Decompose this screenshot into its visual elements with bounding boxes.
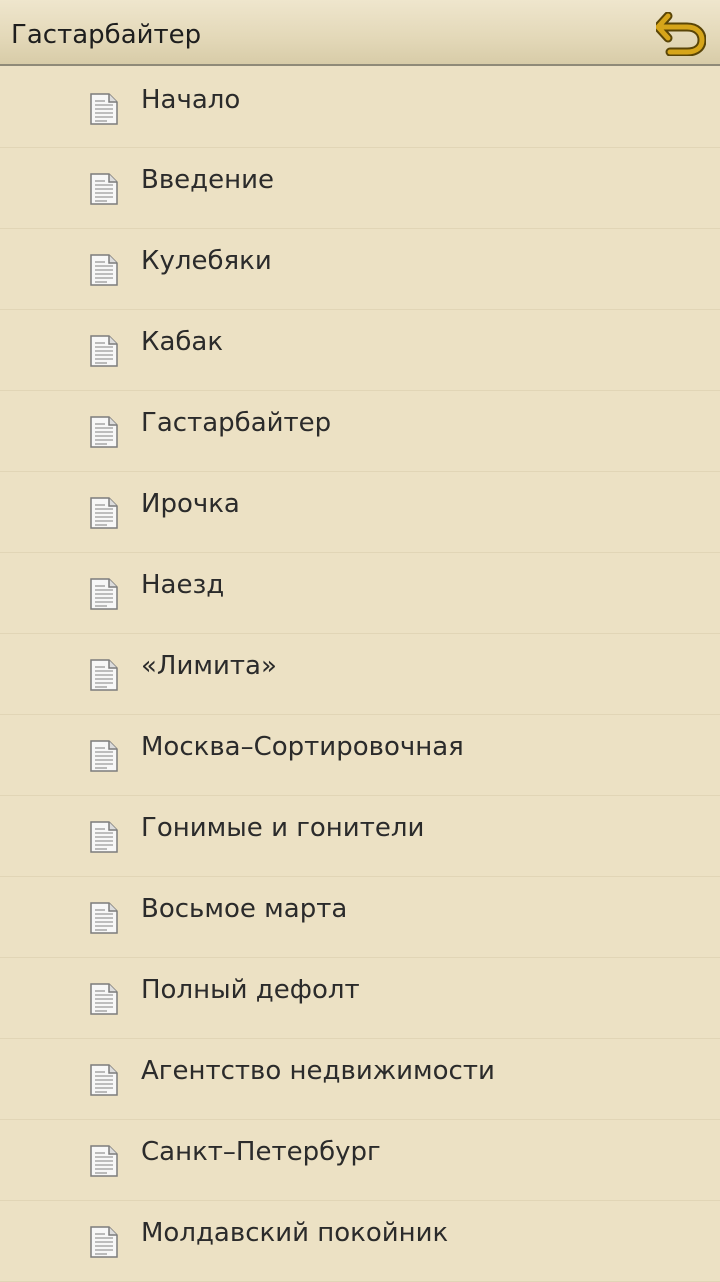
list-item-label: Москва–Сортировочная	[141, 732, 464, 762]
back-arrow-icon	[656, 12, 706, 56]
list-item-label: Ирочка	[141, 489, 240, 519]
document-icon	[89, 982, 119, 1016]
list-item[interactable]: Агентство недвижимости	[0, 1039, 720, 1120]
table-of-contents-list: Начало Введение Кулебяки Кабак Гастарбай…	[0, 68, 720, 1282]
document-icon	[89, 658, 119, 692]
list-item[interactable]: Наезд	[0, 553, 720, 634]
list-item-label: Агентство недвижимости	[141, 1056, 495, 1086]
document-icon	[89, 1225, 119, 1259]
page-title: Гастарбайтер	[11, 20, 202, 50]
list-item[interactable]: «Лимита»	[0, 634, 720, 715]
list-item-label: Кулебяки	[141, 246, 272, 276]
list-item-label: Восьмое марта	[141, 894, 348, 924]
list-item[interactable]: Санкт–Петербург	[0, 1120, 720, 1201]
list-item[interactable]: Введение	[0, 148, 720, 229]
document-icon	[89, 1144, 119, 1178]
document-icon	[89, 92, 119, 126]
list-item-label: Санкт–Петербург	[141, 1137, 381, 1167]
document-icon	[89, 253, 119, 287]
document-icon	[89, 820, 119, 854]
list-item-label: «Лимита»	[141, 651, 277, 681]
document-icon	[89, 172, 119, 206]
document-icon	[89, 577, 119, 611]
back-button[interactable]	[656, 12, 706, 56]
list-item-label: Введение	[141, 165, 275, 195]
list-item[interactable]: Восьмое марта	[0, 877, 720, 958]
list-item[interactable]: Молдавский покойник	[0, 1201, 720, 1282]
list-item-label: Гонимые и гонители	[141, 813, 425, 843]
list-item[interactable]: Кулебяки	[0, 229, 720, 310]
list-item[interactable]: Гонимые и гонители	[0, 796, 720, 877]
list-item-label: Гастарбайтер	[141, 408, 332, 438]
document-icon	[89, 334, 119, 368]
list-item[interactable]: Начало	[0, 68, 720, 148]
list-item[interactable]: Кабак	[0, 310, 720, 391]
document-icon	[89, 901, 119, 935]
list-item[interactable]: Гастарбайтер	[0, 391, 720, 472]
list-item-label: Наезд	[141, 570, 225, 600]
document-icon	[89, 496, 119, 530]
list-item[interactable]: Полный дефолт	[0, 958, 720, 1039]
list-item-label: Молдавский покойник	[141, 1218, 449, 1248]
list-item[interactable]: Москва–Сортировочная	[0, 715, 720, 796]
document-icon	[89, 1063, 119, 1097]
app-header: Гастарбайтер	[0, 0, 720, 66]
list-item[interactable]: Ирочка	[0, 472, 720, 553]
document-icon	[89, 739, 119, 773]
document-icon	[89, 415, 119, 449]
list-item-label: Начало	[141, 85, 241, 115]
list-item-label: Полный дефолт	[141, 975, 360, 1005]
list-item-label: Кабак	[141, 327, 224, 357]
